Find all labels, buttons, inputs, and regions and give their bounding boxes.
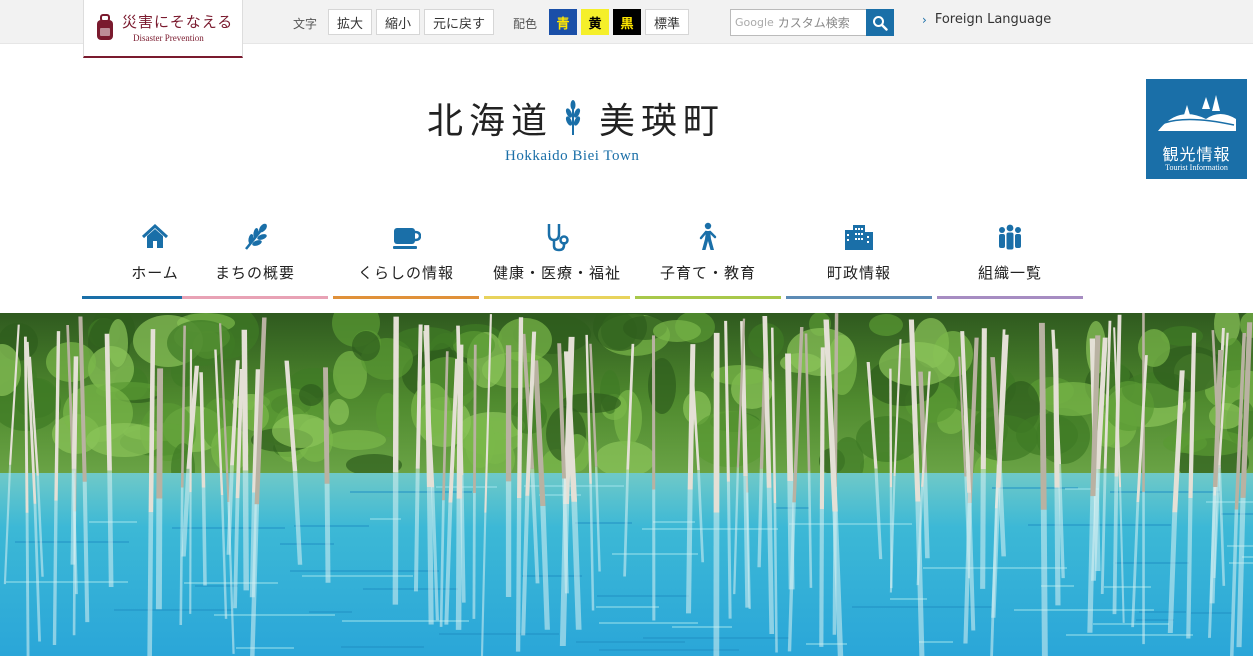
nav-item-town-overview[interactable]: まちの概要	[182, 212, 328, 299]
nav-underline	[333, 296, 479, 299]
nav-label: 組織一覧	[977, 264, 1042, 282]
disaster-label: 災害にそなえる	[122, 13, 234, 31]
wheat-logo-icon	[565, 100, 581, 135]
nav-label: くらしの情報	[357, 264, 454, 282]
hero-image	[0, 313, 1253, 656]
blue-pond-photo	[0, 313, 1253, 656]
site-logo[interactable]: 北海道 美瑛町	[427, 92, 725, 144]
search-input[interactable]: Google カスタム検索	[730, 9, 867, 36]
disaster-prevention-link[interactable]: 災害にそなえる Disaster Prevention	[83, 0, 243, 58]
tourist-label: 観光情報	[1162, 145, 1231, 164]
nav-item-health[interactable]: 健康・医療・福祉	[484, 212, 630, 299]
nav-item-childcare[interactable]: 子育て・教育	[635, 212, 781, 299]
wheat-icon	[245, 223, 267, 250]
walking-child-icon	[699, 222, 717, 250]
font-reset-button[interactable]: 元に戻す	[424, 9, 494, 35]
foreign-language-link[interactable]: › Foreign Language	[922, 12, 1051, 27]
search-icon	[873, 15, 888, 31]
nav-item-organization[interactable]: 組織一覧	[937, 212, 1083, 299]
foreign-language-label: Foreign Language	[934, 12, 1052, 27]
cup-icon	[393, 228, 421, 249]
nav-label: 町政情報	[826, 264, 891, 282]
color-scheme-label: 配色	[513, 17, 538, 31]
nav-item-living[interactable]: くらしの情報	[333, 212, 479, 299]
nav-item-government[interactable]: 町政情報	[786, 212, 932, 299]
stethoscope-icon	[547, 224, 569, 252]
search-placeholder: カスタム検索	[777, 16, 850, 30]
font-enlarge-button[interactable]: 拡大	[328, 9, 372, 35]
people-icon	[999, 224, 1021, 250]
home-icon	[141, 223, 169, 248]
nav-underline	[937, 296, 1083, 299]
nav-label: 健康・医療・福祉	[492, 264, 621, 282]
logo-title-left: 北海道	[427, 101, 554, 142]
building-icon	[845, 225, 873, 250]
hills-trees-icon	[1158, 95, 1236, 131]
color-yellow-button[interactable]: 黄	[581, 9, 609, 35]
nav-underline	[786, 296, 932, 299]
backpack-icon	[97, 14, 113, 40]
color-black-button[interactable]: 黒	[613, 9, 641, 35]
color-standard-button[interactable]: 標準	[645, 9, 689, 35]
nav-underline	[484, 296, 630, 299]
nav-label: 子育て・教育	[659, 264, 756, 282]
tourist-information-link[interactable]: 観光情報 Tourist Information	[1146, 79, 1247, 179]
disaster-sublabel: Disaster Prevention	[133, 33, 204, 43]
font-shrink-button[interactable]: 縮小	[376, 9, 420, 35]
logo-subtitle: Hokkaido Biei Town	[505, 148, 640, 164]
tourist-sublabel: Tourist Information	[1165, 163, 1228, 172]
search-button[interactable]	[866, 9, 894, 36]
google-label: Google	[735, 16, 774, 29]
nav-underline	[182, 296, 328, 299]
chevron-right-icon: ›	[922, 12, 927, 27]
nav-label: まちの概要	[214, 264, 295, 282]
font-size-label: 文字	[293, 17, 318, 31]
global-nav: ホーム まちの概要 くらしの情報 健康・医療・福祉 子育て・教育 町政情報 組織…	[82, 212, 1083, 300]
logo-title-right: 美瑛町	[599, 101, 726, 142]
nav-underline	[635, 296, 781, 299]
color-blue-button[interactable]: 青	[549, 9, 577, 35]
